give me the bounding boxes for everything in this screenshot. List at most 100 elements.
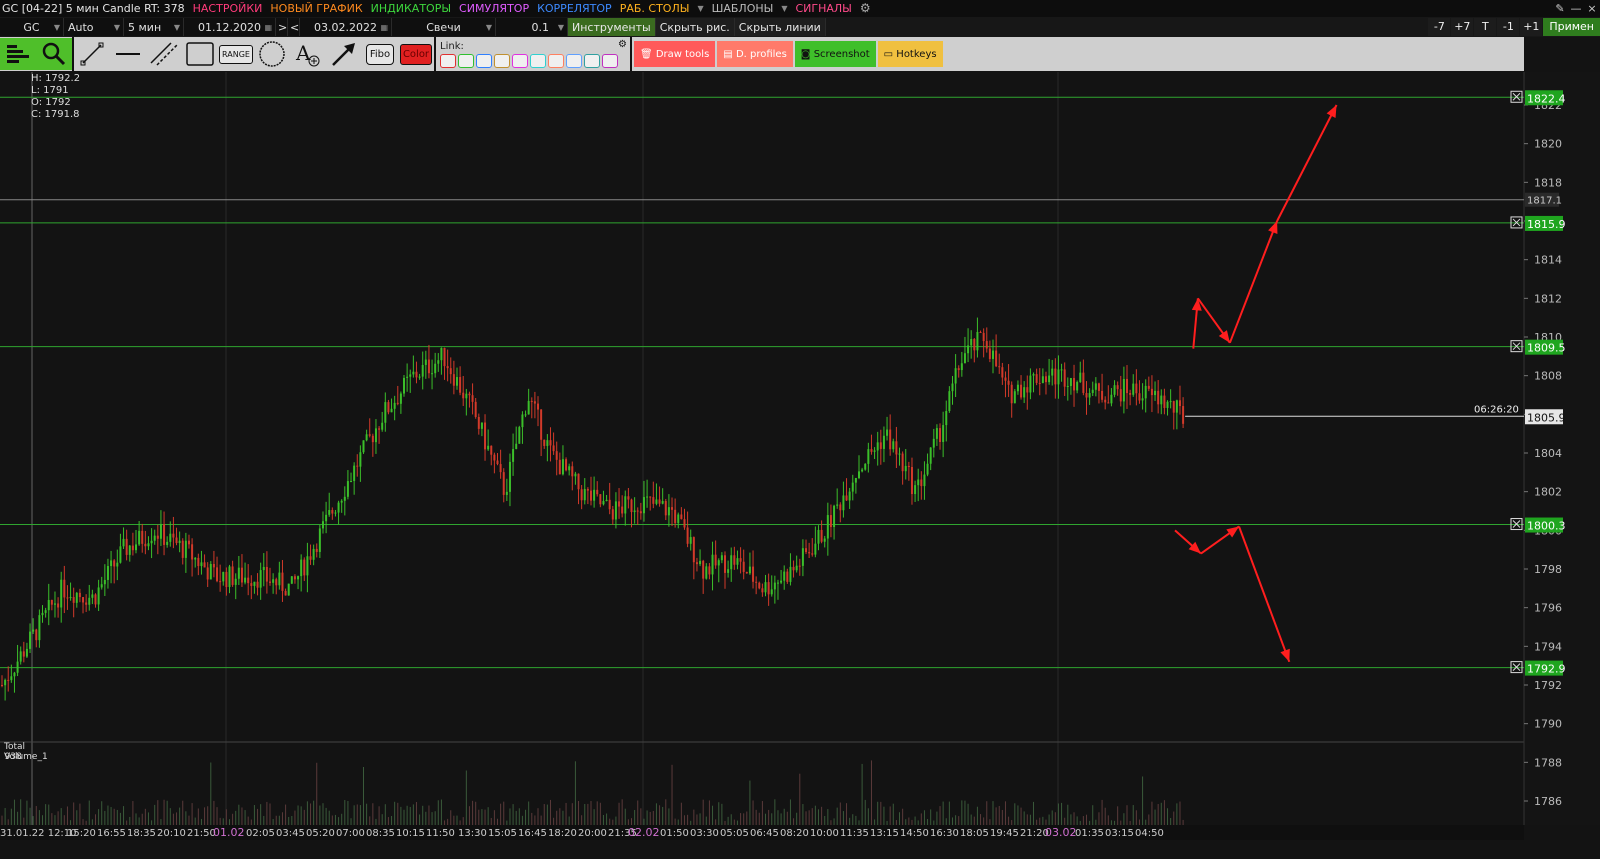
nav-right-button[interactable]: > [276, 18, 288, 36]
candle-body [82, 597, 85, 603]
close-button[interactable]: × [1584, 0, 1600, 17]
ohlc-open: O: 1792 [31, 97, 71, 108]
candle-body [892, 441, 895, 450]
candle-body [683, 519, 686, 528]
candle-body [518, 427, 521, 444]
calendar-icon[interactable]: ▦ [380, 23, 388, 32]
d-profiles-button[interactable]: ▤ D. profiles [717, 41, 793, 67]
hotkeys-button[interactable]: ▭ Hotkeys [877, 41, 943, 67]
link-color-square[interactable] [494, 53, 510, 68]
candle-body [1160, 395, 1163, 405]
zoom-minus1-button[interactable]: -1 [1497, 18, 1520, 36]
link-color-square[interactable] [512, 53, 528, 68]
range-button[interactable]: RANGE [218, 38, 254, 70]
color-button[interactable]: Color [398, 38, 434, 70]
candle-body [960, 363, 963, 371]
candle-body [110, 560, 113, 567]
profile-bars-icon[interactable] [0, 38, 36, 70]
price-tick-label: 1792 [1534, 679, 1562, 692]
rectangle-icon[interactable] [182, 38, 218, 70]
link-color-square[interactable] [440, 53, 456, 68]
keyboard-icon: ▭ [883, 48, 897, 60]
range-label: RANGE [219, 44, 253, 64]
link-color-square[interactable] [602, 53, 618, 68]
hide-drawings-button[interactable]: Скрыть рис. [655, 18, 735, 36]
parallel-channel-icon[interactable] [146, 38, 182, 70]
candle-body [630, 499, 633, 513]
menu-indicators[interactable]: ИНДИКАТОРЫ [367, 0, 455, 17]
candle-body [403, 377, 406, 394]
candle-body [571, 466, 574, 477]
chart-type-value: Свечи [426, 20, 461, 34]
link-color-square[interactable] [458, 53, 474, 68]
candle-body [1107, 402, 1110, 404]
minimize-button[interactable]: — [1568, 0, 1584, 17]
nav-left-button[interactable]: < [288, 18, 300, 36]
candle-body [452, 374, 455, 386]
calendar-icon[interactable]: ▦ [264, 23, 272, 32]
text-tool-icon[interactable]: A [290, 38, 326, 70]
price-tick-label: 1820 [1534, 138, 1562, 151]
trendline-icon[interactable] [74, 38, 110, 70]
menu-settings[interactable]: НАСТРОЙКИ [189, 0, 267, 17]
menu-templates[interactable]: ШАБЛОНЫ [708, 0, 778, 17]
candle-body [985, 341, 988, 349]
horizontal-line-icon[interactable] [110, 38, 146, 70]
price-chart[interactable]: 1822182018181816181418121810180818061804… [0, 72, 1600, 825]
dropdown-caret-icon[interactable]: ▼ [693, 0, 707, 17]
symbol-select[interactable]: GC ▼ [0, 18, 64, 36]
circle-icon[interactable] [254, 38, 290, 70]
menu-simulator[interactable]: СИМУЛЯТОР [455, 0, 533, 17]
link-color-square[interactable] [530, 53, 546, 68]
screenshot-button[interactable]: ◙ Screenshot [794, 41, 876, 67]
menu-new-chart[interactable]: НОВЫЙ ГРАФИК [266, 0, 366, 17]
time-tick-label: 02:05 [246, 828, 275, 839]
timeframe-select[interactable]: 5 мин ▼ [124, 18, 184, 36]
candle-body [829, 515, 832, 528]
magnifier-icon[interactable] [36, 38, 72, 70]
candle-body [272, 579, 275, 583]
gears-icon[interactable]: ⚙ [856, 0, 875, 17]
candle-body [898, 453, 901, 455]
candle-body [593, 489, 596, 501]
arrow-tool-icon[interactable] [326, 38, 362, 70]
step-field[interactable]: 0.1 ▼ [496, 18, 568, 36]
link-color-square[interactable] [476, 53, 492, 68]
candle-body [53, 603, 56, 605]
scale-mode-select[interactable]: Auto ▼ [64, 18, 124, 36]
candle-body [723, 555, 726, 573]
time-axis[interactable]: 31.01.22 12:1015:20 16:55 18:35 20:10 21:500… [0, 825, 1524, 840]
zoom-minus7-button[interactable]: -7 [1428, 18, 1451, 36]
candle-body [577, 473, 580, 490]
zoom-plus1-button[interactable]: +1 [1520, 18, 1543, 36]
candle-body [998, 366, 1001, 368]
candle-body [434, 363, 437, 374]
zoom-today-button[interactable]: T [1474, 18, 1497, 36]
fibo-button[interactable]: Fibo [362, 38, 398, 70]
time-tick-label: 07:00 [336, 828, 365, 839]
candle-body [1138, 393, 1141, 401]
link-color-square[interactable] [566, 53, 582, 68]
tools-button[interactable]: Инструменты [568, 18, 656, 36]
pin-icon[interactable]: ✎ [1552, 0, 1568, 17]
menu-correlator[interactable]: КОРРЕЛЯТОР [533, 0, 616, 17]
candle-body [589, 490, 592, 501]
date-to-field[interactable]: 03.02.2022 ▦ [300, 18, 392, 36]
draw-tools-button[interactable]: 🗑 Draw tools [633, 41, 716, 67]
link-settings-gear-icon[interactable]: ⚙ [618, 39, 627, 50]
candle-body [988, 348, 991, 359]
zoom-plus7-button[interactable]: +7 [1451, 18, 1474, 36]
menu-signals[interactable]: СИГНАЛЫ [792, 0, 856, 17]
link-color-square[interactable] [548, 53, 564, 68]
apply-button[interactable]: Примен [1543, 18, 1600, 36]
date-from-field[interactable]: 01.12.2020 ▦ [184, 18, 276, 36]
link-color-square[interactable] [584, 53, 600, 68]
menu-workspaces[interactable]: РАБ. СТОЛЫ [616, 0, 694, 17]
dropdown-caret-icon[interactable]: ▼ [777, 0, 791, 17]
chart-type-select[interactable]: Свечи ▼ [392, 18, 496, 36]
hide-lines-button[interactable]: Скрыть линии [734, 18, 826, 36]
candle-body [552, 445, 555, 452]
candle-body [269, 581, 272, 583]
candle-body [222, 571, 225, 582]
candle-body [85, 602, 88, 605]
